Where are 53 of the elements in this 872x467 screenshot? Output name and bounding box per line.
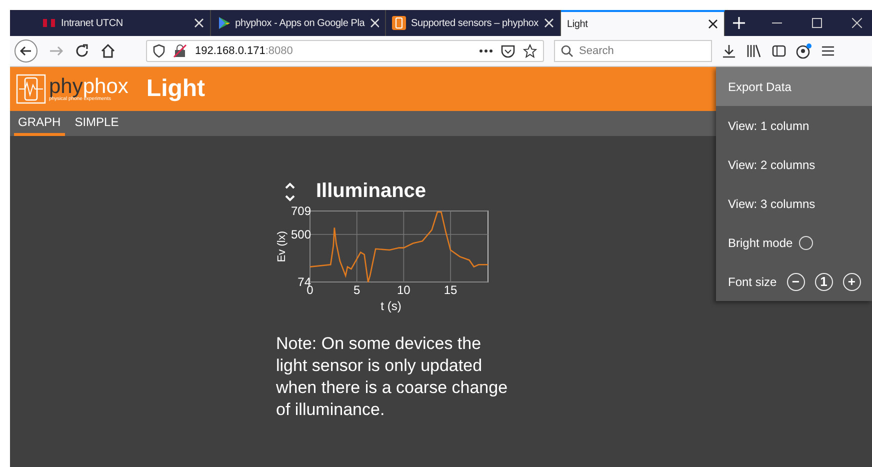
experiment-title: Light <box>146 75 206 103</box>
menu-item[interactable]: View: 2 columns <box>728 158 816 172</box>
font-size-value: 1 <box>814 272 833 290</box>
menu-item[interactable]: View: 3 columns <box>728 196 816 210</box>
tab-title: Supported sensors – phyphox <box>411 18 539 28</box>
menu-item[interactable]: Bright mode <box>728 236 793 250</box>
insecure-lock-icon <box>173 44 187 58</box>
logo-wordmark: phyphox <box>49 76 128 97</box>
note-text: Note: On some devices the light sensor is only updated when there is a coarse change of illuminance. <box>276 333 509 421</box>
new-tab-icon[interactable] <box>733 17 745 29</box>
home-icon[interactable] <box>100 43 116 59</box>
x-tick-label: 15 <box>444 283 458 297</box>
url-text: 192.168.0.171:8080 <box>195 45 293 57</box>
pocket-icon[interactable] <box>501 44 515 58</box>
back-icon[interactable] <box>14 39 38 63</box>
shield-icon <box>153 44 165 58</box>
x-axis-label: t (s) <box>380 299 402 313</box>
view-tab[interactable]: GRAPH <box>14 115 65 136</box>
tab-title: Intranet UTCN <box>61 18 124 28</box>
collapse-toggle-icon[interactable] <box>284 182 296 202</box>
search-field[interactable]: Search <box>554 40 712 62</box>
phone-icon <box>392 16 406 30</box>
reload-icon[interactable] <box>74 43 90 59</box>
phone-wave-icon <box>16 74 46 104</box>
x-tick-label: 10 <box>397 283 410 297</box>
y-axis-label: Ev (lx) <box>276 231 288 263</box>
graph-title: Illuminance <box>316 180 426 203</box>
library-icon[interactable] <box>746 44 762 58</box>
close-icon[interactable] <box>708 19 718 29</box>
browser-tab[interactable]: Light <box>561 10 725 36</box>
x-tick-label: 5 <box>354 283 360 297</box>
increase-font-button[interactable]: + <box>842 272 861 290</box>
menu-item[interactable]: Font size <box>728 274 777 288</box>
search-icon <box>561 45 573 57</box>
decrease-font-button[interactable]: − <box>786 272 805 290</box>
bright-mode-toggle[interactable] <box>798 236 813 250</box>
view-tab[interactable]: SIMPLE <box>70 115 123 136</box>
more-icon[interactable] <box>479 49 493 53</box>
menu-item[interactable]: View: 1 column <box>728 118 810 132</box>
tab-title: Light <box>567 18 589 30</box>
star-icon[interactable] <box>523 44 537 58</box>
account-icon[interactable] <box>796 43 812 59</box>
menu-item[interactable]: Export Data <box>728 80 792 94</box>
y-tick-label: 709 <box>290 205 311 218</box>
maximize-icon[interactable] <box>812 18 822 28</box>
crest-icon <box>42 17 56 29</box>
y-tick-label: 500 <box>290 227 311 242</box>
play-icon <box>217 16 230 30</box>
address-bar[interactable]: 192.168.0.171:8080 <box>146 40 544 62</box>
menu-icon[interactable] <box>822 45 834 57</box>
download-icon[interactable] <box>722 44 736 58</box>
tab-title: phyphox - Apps on Google Pla <box>235 18 365 28</box>
sidebar-icon[interactable] <box>772 44 786 58</box>
